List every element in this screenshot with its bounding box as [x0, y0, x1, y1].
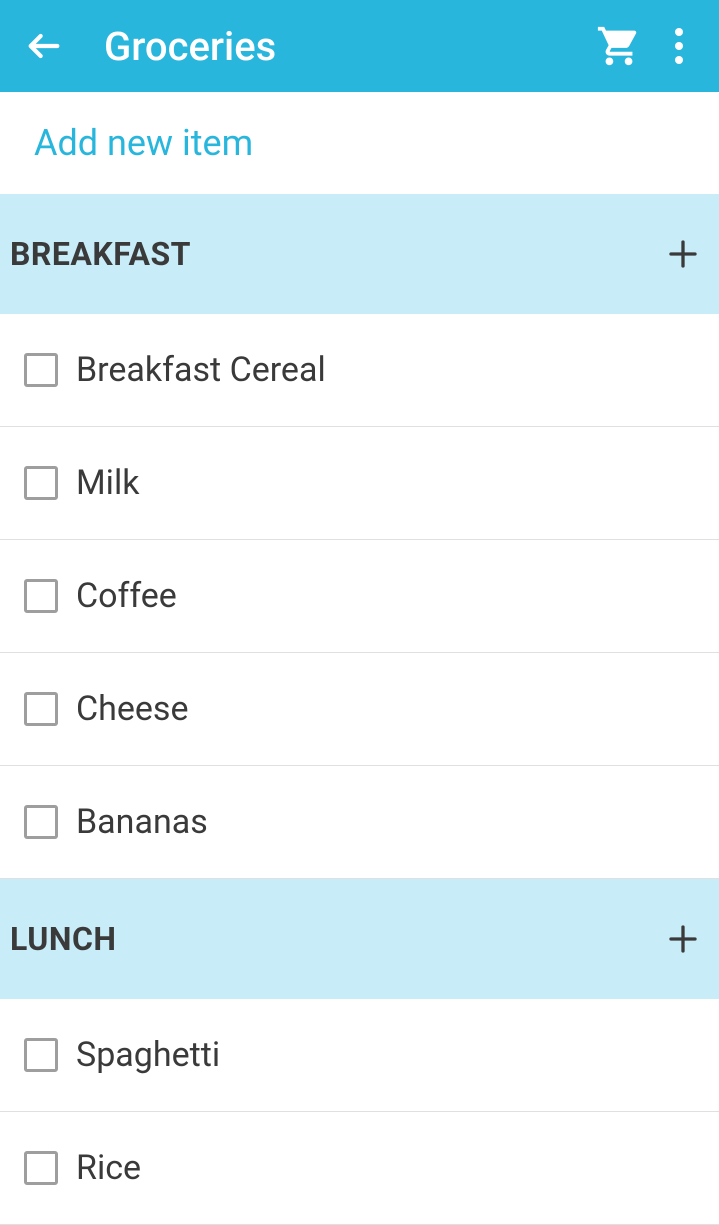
checkbox[interactable] — [24, 353, 58, 387]
add-new-item-button[interactable]: Add new item — [0, 92, 719, 194]
checkbox[interactable] — [24, 1038, 58, 1072]
list-item[interactable]: Breakfast Cereal — [0, 314, 719, 427]
back-button[interactable] — [16, 18, 72, 74]
list-item[interactable]: Cheese — [0, 653, 719, 766]
checkbox[interactable] — [24, 1151, 58, 1185]
item-label: Coffee — [76, 576, 177, 616]
item-label: Bananas — [76, 802, 208, 842]
item-label: Spaghetti — [76, 1035, 220, 1075]
item-label: Rice — [76, 1148, 141, 1188]
item-label: Breakfast Cereal — [76, 350, 326, 390]
section-title: LUNCH — [10, 920, 117, 958]
section-title: BREAKFAST — [10, 235, 191, 273]
cart-icon — [596, 23, 642, 69]
checkbox[interactable] — [24, 805, 58, 839]
overflow-menu-button[interactable] — [655, 18, 703, 74]
section-header-lunch: LUNCH — [0, 879, 719, 999]
list-item[interactable]: Rice — [0, 1112, 719, 1225]
item-label: Cheese — [76, 689, 189, 729]
cart-button[interactable] — [591, 18, 647, 74]
list-item[interactable]: Spaghetti — [0, 999, 719, 1112]
list-item[interactable]: Coffee — [0, 540, 719, 653]
list-item[interactable]: Milk — [0, 427, 719, 540]
plus-icon — [665, 921, 701, 957]
app-header: Groceries — [0, 0, 719, 92]
checkbox[interactable] — [24, 692, 58, 726]
add-lunch-item-button[interactable] — [659, 915, 707, 963]
list-item[interactable]: Bananas — [0, 766, 719, 879]
add-breakfast-item-button[interactable] — [659, 230, 707, 278]
checkbox[interactable] — [24, 579, 58, 613]
section-header-breakfast: BREAKFAST — [0, 194, 719, 314]
page-title: Groceries — [104, 23, 591, 70]
more-vert-icon — [675, 28, 683, 64]
arrow-left-icon — [24, 26, 64, 66]
plus-icon — [665, 236, 701, 272]
item-label: Milk — [76, 463, 139, 503]
checkbox[interactable] — [24, 466, 58, 500]
